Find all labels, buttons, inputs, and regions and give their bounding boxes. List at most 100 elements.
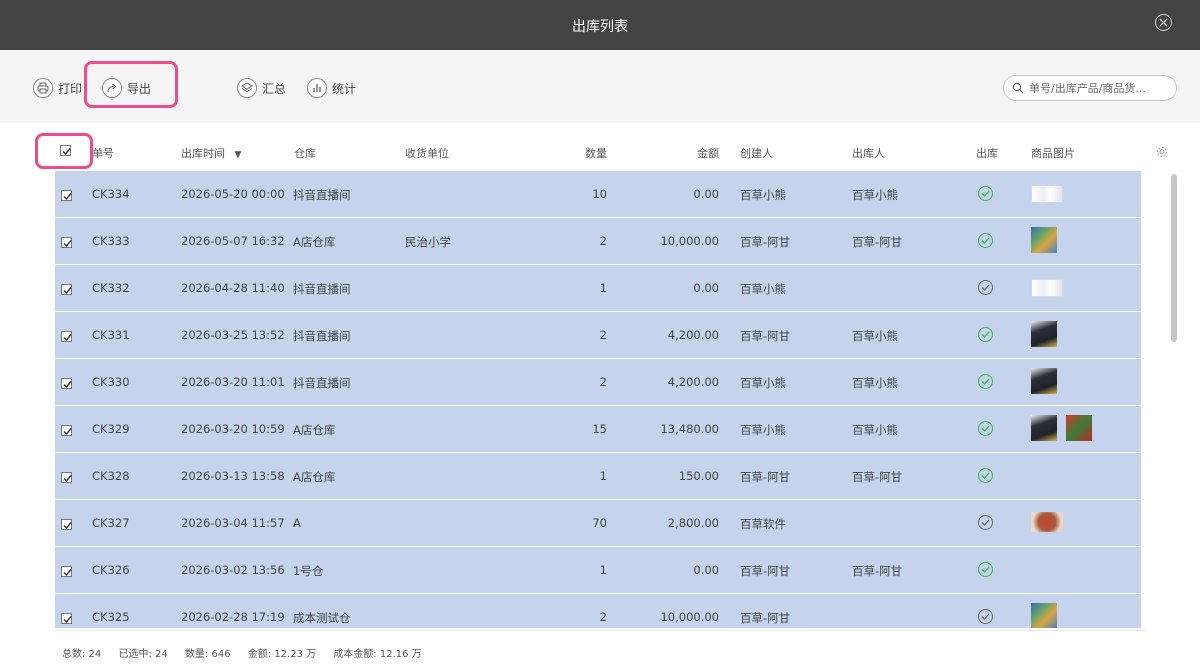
row-checkbox[interactable] <box>61 613 72 624</box>
table-row[interactable]: CK332 2026-04-28 11:40 抖音直播间 1 0.00 百草小熊 <box>55 265 1141 311</box>
cell-outbound-by: 百草-阿甘 <box>852 564 903 578</box>
cell-qty: 10 <box>592 187 607 201</box>
cell-amount: 10,000.00 <box>660 610 719 624</box>
cell-warehouse: 抖音直播间 <box>293 282 351 296</box>
cell-qty: 2 <box>599 234 607 248</box>
cell-time: 2026-03-20 10:59 <box>181 422 285 436</box>
cell-time: 2026-03-13 13:58 <box>181 469 285 483</box>
col-outbound[interactable]: 出库 <box>976 145 998 161</box>
product-thumbnail[interactable] <box>1031 185 1063 203</box>
total-count: 总数: 24 <box>62 649 102 660</box>
check-circle-grey-icon <box>978 609 993 624</box>
summary-label: 汇总 <box>262 81 287 96</box>
row-checkbox[interactable] <box>61 566 72 577</box>
cell-outbound-by: 百草-阿甘 <box>852 470 903 484</box>
col-order-no[interactable]: 单号 <box>92 145 114 161</box>
cell-outbound-by: 百草小熊 <box>852 376 898 390</box>
row-checkbox[interactable] <box>61 378 72 389</box>
row-checkbox[interactable] <box>61 237 72 248</box>
table-row[interactable]: CK330 2026-03-20 11:01 抖音直播间 2 4,200.00 百草小熊 百… <box>55 359 1141 405</box>
cell-order-no: CK333 <box>92 234 130 248</box>
summary-button[interactable]: 汇总 <box>237 78 286 98</box>
divider <box>55 630 1145 631</box>
col-time-label: 出库时间 <box>181 147 225 160</box>
cell-outbound-by: 百草小熊 <box>852 423 898 437</box>
toolbar: 打印 导出 汇总 统计 单号/出库产品/商品货... <box>0 50 1200 123</box>
close-icon[interactable] <box>1155 14 1172 31</box>
cell-order-no: CK328 <box>92 469 130 483</box>
table-row[interactable]: CK327 2026-03-04 11:57 A 70 2,800.00 百草软件 <box>55 500 1141 546</box>
cell-creator: 百草小熊 <box>740 376 786 390</box>
col-images[interactable]: 商品图片 <box>1031 145 1075 161</box>
cell-order-no: CK329 <box>92 422 130 436</box>
check-circle-grey-icon <box>978 515 993 530</box>
cell-creator: 百草-阿甘 <box>740 235 791 249</box>
col-receiver[interactable]: 收货单位 <box>405 145 449 161</box>
cell-creator: 百草软件 <box>740 517 786 531</box>
row-checkbox[interactable] <box>61 190 72 201</box>
window-title: 出库列表 <box>572 19 628 35</box>
product-thumbnail[interactable] <box>1031 368 1057 394</box>
cell-time: 2026-03-25 13:52 <box>181 328 285 342</box>
col-outbound-by[interactable]: 出库人 <box>852 145 885 161</box>
table-row[interactable]: CK331 2026-03-25 13:52 抖音直播间 2 4,200.00 百草-阿甘… <box>55 312 1141 358</box>
cell-qty: 70 <box>592 516 607 530</box>
table-row[interactable]: CK333 2026-05-07 16:32 A店仓库 民治小学 2 10,000.00 百… <box>55 218 1141 264</box>
table-row[interactable]: CK329 2026-03-20 10:59 A店仓库 15 13,480.00 百草小熊… <box>55 406 1141 452</box>
search-input[interactable]: 单号/出库产品/商品货... <box>1003 75 1177 101</box>
table-row[interactable]: CK326 2026-03-02 13:56 1号仓 1 0.00 百草-阿甘 百草-阿甘 <box>55 547 1141 593</box>
product-thumbnail[interactable] <box>1031 603 1057 628</box>
product-thumbnail[interactable] <box>1031 279 1063 297</box>
title-bar: 出库列表 <box>0 0 1200 50</box>
vertical-scrollbar[interactable] <box>1171 174 1177 342</box>
product-thumbnail[interactable] <box>1066 415 1092 441</box>
cell-warehouse: 成本测试仓 <box>293 611 351 625</box>
product-thumbnail[interactable] <box>1031 512 1063 532</box>
summary-footer: 总数: 24 已选中: 24 数量: 646 金额: 12.23 万 成本金额:… <box>62 645 436 660</box>
row-checkbox[interactable] <box>61 284 72 295</box>
product-thumbnail[interactable] <box>1031 415 1057 441</box>
cell-qty: 1 <box>599 563 607 577</box>
col-time[interactable]: 出库时间 ▼ <box>181 145 241 161</box>
col-warehouse[interactable]: 仓库 <box>294 145 316 161</box>
table-row[interactable]: CK328 2026-03-13 13:58 A店仓库 1 150.00 百草-阿甘 百草-… <box>55 453 1141 499</box>
cell-order-no: CK331 <box>92 328 130 342</box>
cell-time: 2026-02-28 17:19 <box>181 610 285 624</box>
cell-order-no: CK327 <box>92 516 130 530</box>
export-button[interactable]: 导出 <box>102 78 151 98</box>
cell-warehouse: A店仓库 <box>293 235 336 249</box>
cell-amount: 13,480.00 <box>660 422 719 436</box>
cell-amount: 4,200.00 <box>667 375 719 389</box>
row-checkbox[interactable] <box>61 425 72 436</box>
print-button[interactable]: 打印 <box>33 78 82 98</box>
row-checkbox[interactable] <box>61 519 72 530</box>
cell-warehouse: 1号仓 <box>293 564 324 578</box>
stats-button[interactable]: 统计 <box>307 78 356 98</box>
cell-amount: 0.00 <box>693 281 719 295</box>
product-thumbnail[interactable] <box>1031 227 1057 253</box>
gear-icon[interactable] <box>1156 146 1168 161</box>
cell-order-no: CK330 <box>92 375 130 389</box>
table-row[interactable]: CK334 2026-05-20 00:00 抖音直播间 10 0.00 百草小熊 百草小熊 <box>55 171 1141 217</box>
cell-receiver: 民治小学 <box>405 235 451 249</box>
cell-time: 2026-03-04 11:57 <box>181 516 285 530</box>
cell-time: 2026-04-28 11:40 <box>181 281 285 295</box>
table-row[interactable]: CK325 2026-02-28 17:19 成本测试仓 2 10,000.00 百草-阿… <box>55 594 1141 628</box>
cell-order-no: CK325 <box>92 610 130 624</box>
col-qty[interactable]: 数量 <box>555 145 607 161</box>
amount-total: 金额: 12.23 万 <box>247 649 317 660</box>
cell-qty: 1 <box>599 469 607 483</box>
table-body: CK334 2026-05-20 00:00 抖音直播间 10 0.00 百草小熊 百草小熊… <box>55 171 1141 628</box>
cell-amount: 150.00 <box>678 469 719 483</box>
print-label: 打印 <box>58 81 83 96</box>
col-creator[interactable]: 创建人 <box>740 145 773 161</box>
cell-warehouse: A店仓库 <box>293 423 336 437</box>
row-checkbox[interactable] <box>61 331 72 342</box>
cell-qty: 2 <box>599 610 607 624</box>
col-amount[interactable]: 金额 <box>645 145 719 161</box>
row-checkbox[interactable] <box>61 472 72 483</box>
product-thumbnail[interactable] <box>1031 321 1057 347</box>
cost-total: 成本金额: 12.16 万 <box>333 649 422 660</box>
cell-amount: 10,000.00 <box>660 234 719 248</box>
cell-creator: 百草-阿甘 <box>740 611 791 625</box>
